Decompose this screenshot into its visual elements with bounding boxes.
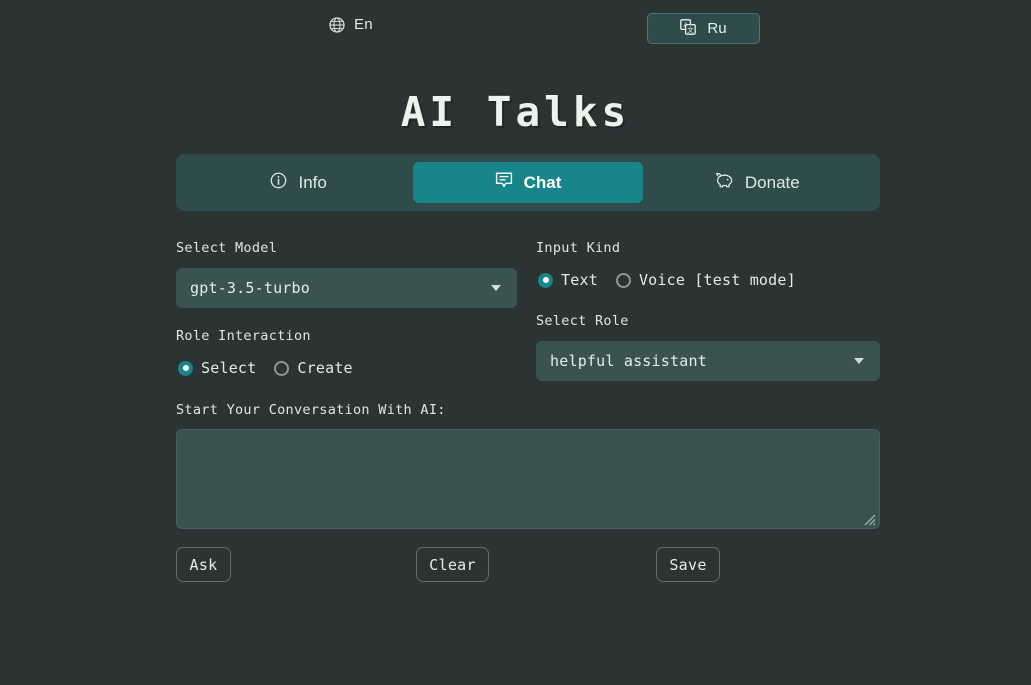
info-circle-icon [270,172,287,194]
radio-role-create-label: Create [297,359,353,377]
role-interaction-label: Role Interaction [176,328,311,344]
tab-bar: Info Chat Donate [176,154,880,211]
clear-button[interactable]: Clear [416,547,489,582]
chevron-down-icon [491,285,501,291]
language-switch-ru-button[interactable]: A 文 Ru [647,13,760,44]
tab-info-label: Info [298,172,327,192]
tab-info[interactable]: Info [184,162,413,203]
radio-indicator-selected [538,272,553,288]
conversation-label: Start Your Conversation With AI: [176,402,446,418]
tab-donate[interactable]: Donate [643,162,872,203]
select-role-label: Select Role [536,313,629,329]
radio-indicator-unselected [274,360,290,376]
input-kind-label: Input Kind [536,240,621,256]
chevron-down-icon [854,358,864,364]
globe-icon [329,16,345,33]
tab-chat-label: Chat [523,172,562,192]
radio-input-kind-text-label: Text [561,271,598,289]
language-current-label: En [354,16,373,33]
select-model-label: Select Model [176,240,278,256]
conversation-input[interactable] [176,429,880,529]
select-model-value: gpt-3.5-turbo [190,279,310,297]
translate-icon: A 文 [680,18,697,39]
save-button[interactable]: Save [656,547,720,582]
svg-text:文: 文 [688,24,695,33]
tab-donate-label: Donate [744,172,800,192]
radio-role-create[interactable]: Create [274,359,353,377]
page-title: AI Talks [400,88,631,136]
ask-button[interactable]: Ask [176,547,231,582]
select-role-dropdown[interactable]: helpful assistant [536,341,880,381]
radio-indicator-selected [178,360,193,376]
input-kind-radio-group: Text Voice [test mode] [538,271,796,289]
language-bar: En A 文 Ru [0,0,1031,56]
radio-input-kind-voice[interactable]: Voice [test mode] [615,271,796,289]
select-role-value: helpful assistant [550,352,707,370]
select-model-dropdown[interactable]: gpt-3.5-turbo [176,268,517,308]
piggy-bank-icon [715,172,734,194]
radio-input-kind-text[interactable]: Text [538,271,598,289]
radio-input-kind-voice-label: Voice [test mode] [638,271,796,289]
radio-role-select[interactable]: Select [178,359,256,377]
radio-role-select-label: Select [201,359,257,377]
radio-indicator-unselected [615,272,631,288]
language-current-en[interactable]: En [329,16,373,33]
language-switch-label: Ru [707,20,727,37]
chat-bubble-icon [495,171,513,194]
role-interaction-radio-group: Select Create [178,359,353,377]
tab-chat[interactable]: Chat [413,162,643,203]
